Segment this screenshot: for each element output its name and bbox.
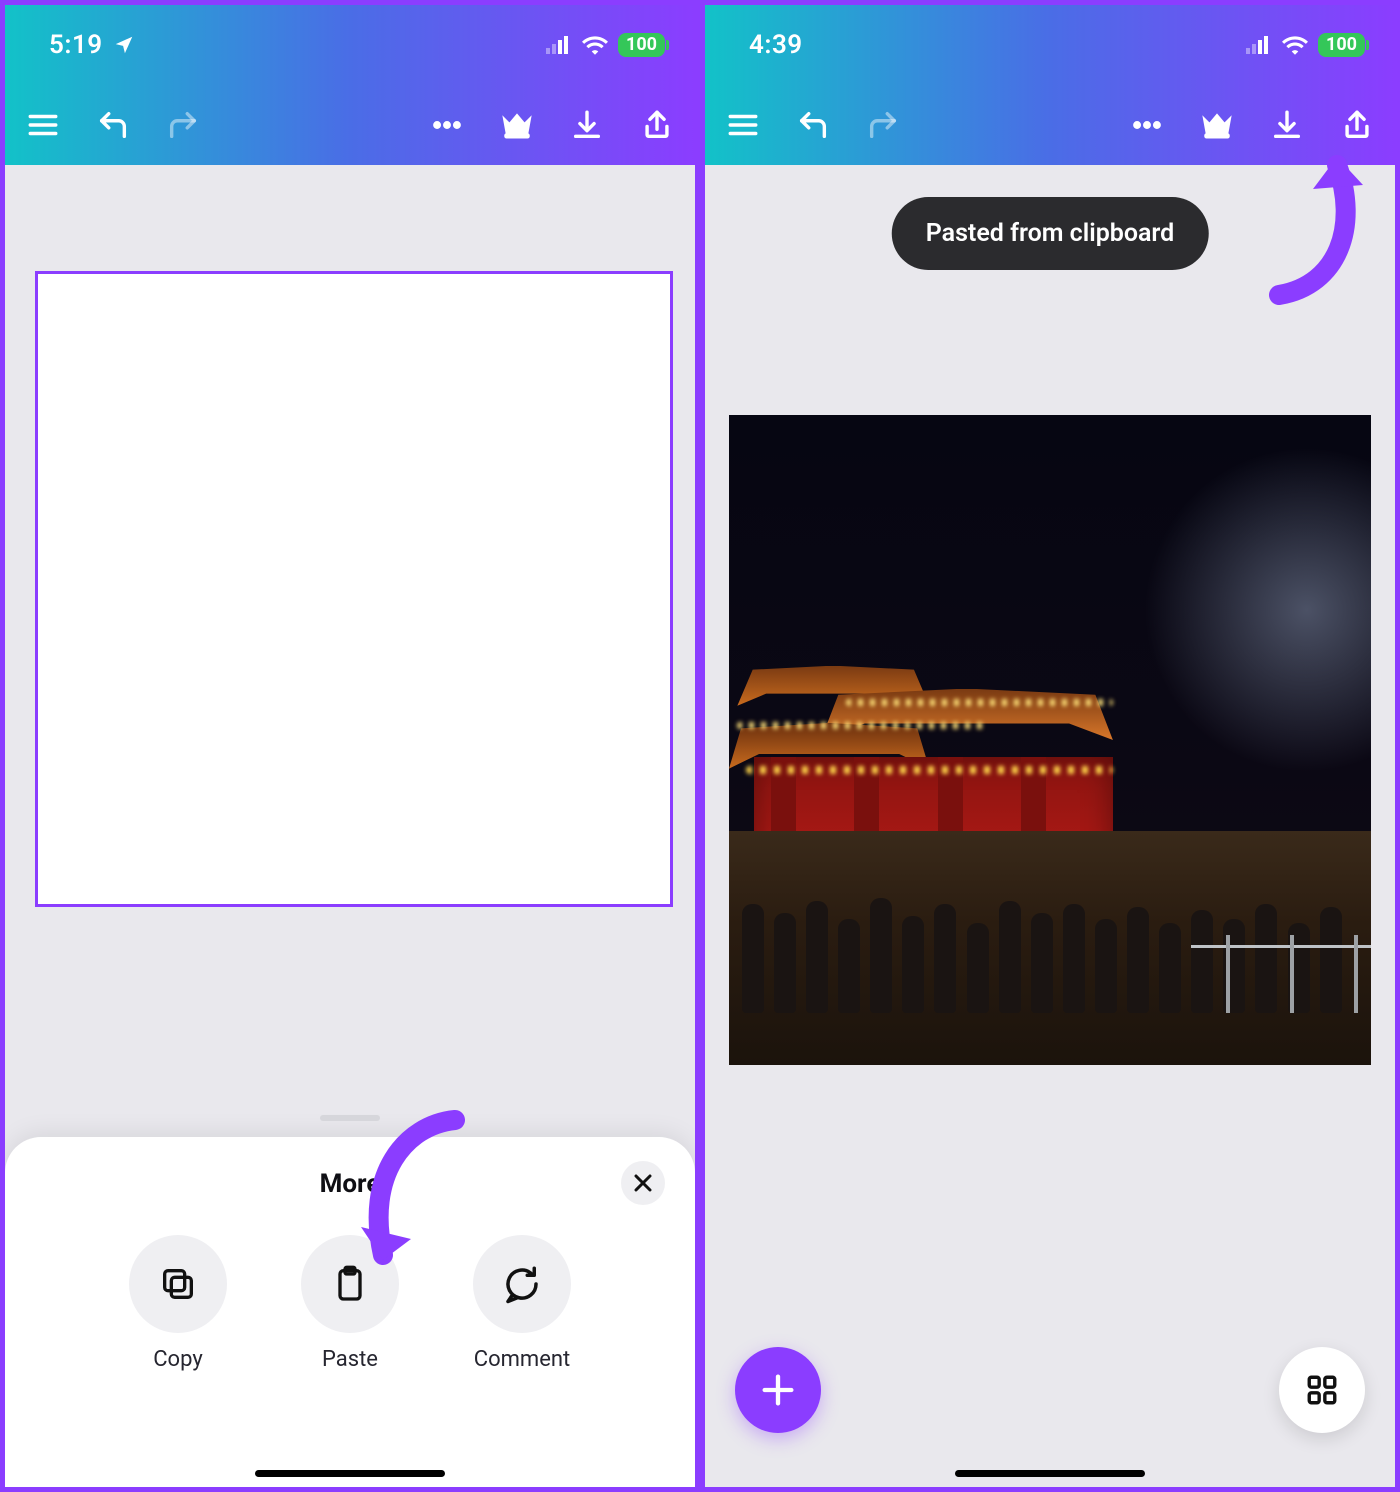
pasted-toast: Pasted from clipboard [892, 197, 1209, 270]
undo-icon[interactable] [95, 107, 131, 143]
crown-icon[interactable] [1199, 107, 1235, 143]
blank-canvas[interactable] [35, 271, 673, 907]
battery-badge: 100 [618, 33, 665, 57]
download-icon[interactable] [1269, 107, 1305, 143]
comparison-stage: 5:19 100 [0, 0, 1400, 1492]
redo-icon[interactable] [165, 107, 201, 143]
add-fab[interactable] [735, 1347, 821, 1433]
grid-icon [1305, 1373, 1339, 1407]
sheet-title: More [5, 1137, 695, 1199]
hamburger-icon[interactable] [725, 107, 761, 143]
copy-icon [158, 1264, 198, 1304]
status-time: 4:39 [749, 30, 803, 60]
copy-action[interactable]: Copy [118, 1235, 238, 1372]
comment-action[interactable]: Comment [462, 1235, 582, 1372]
railing [1191, 945, 1371, 948]
paste-action[interactable]: Paste [290, 1235, 410, 1372]
pages-fab[interactable] [1279, 1347, 1365, 1433]
crowd [729, 857, 1371, 1013]
sheet-grabber[interactable] [320, 1115, 380, 1121]
crown-icon[interactable] [499, 107, 535, 143]
redo-icon[interactable] [865, 107, 901, 143]
status-right: 100 [546, 33, 665, 57]
more-icon[interactable] [1129, 107, 1165, 143]
status-bar: 4:39 100 [705, 5, 1395, 85]
pasted-image-canvas[interactable] [729, 415, 1371, 1065]
more-sheet: More Copy Paste [5, 1137, 695, 1487]
left-phone-frame: 5:19 100 [0, 0, 700, 1492]
location-icon [113, 34, 135, 56]
railing-post [1226, 935, 1230, 1013]
cellular-icon [1246, 36, 1272, 54]
right-phone-frame: 4:39 100 [700, 0, 1400, 1492]
comment-icon [501, 1263, 543, 1305]
sheet-close-button[interactable] [621, 1161, 665, 1205]
editor-toolbar [5, 85, 695, 165]
paste-icon [330, 1264, 370, 1304]
wifi-icon [582, 35, 608, 55]
status-time: 5:19 [49, 30, 103, 60]
more-icon[interactable] [429, 107, 465, 143]
status-bar: 5:19 100 [5, 5, 695, 85]
undo-icon[interactable] [795, 107, 831, 143]
close-icon [631, 1171, 655, 1195]
status-right: 100 [1246, 33, 1365, 57]
battery-badge: 100 [1318, 33, 1365, 57]
railing-post [1354, 935, 1358, 1013]
cellular-icon [546, 36, 572, 54]
comment-label: Comment [474, 1347, 570, 1372]
editor-toolbar [705, 85, 1395, 165]
share-icon[interactable] [1339, 107, 1375, 143]
share-icon[interactable] [639, 107, 675, 143]
wifi-icon [1282, 35, 1308, 55]
download-icon[interactable] [569, 107, 605, 143]
status-left: 4:39 [749, 30, 803, 60]
copy-label: Copy [153, 1347, 203, 1372]
plus-icon [758, 1370, 798, 1410]
railing-post [1290, 935, 1294, 1013]
status-left: 5:19 [49, 30, 135, 60]
hamburger-icon[interactable] [25, 107, 61, 143]
paste-label: Paste [322, 1347, 378, 1372]
home-indicator [955, 1470, 1145, 1477]
home-indicator [255, 1470, 445, 1477]
